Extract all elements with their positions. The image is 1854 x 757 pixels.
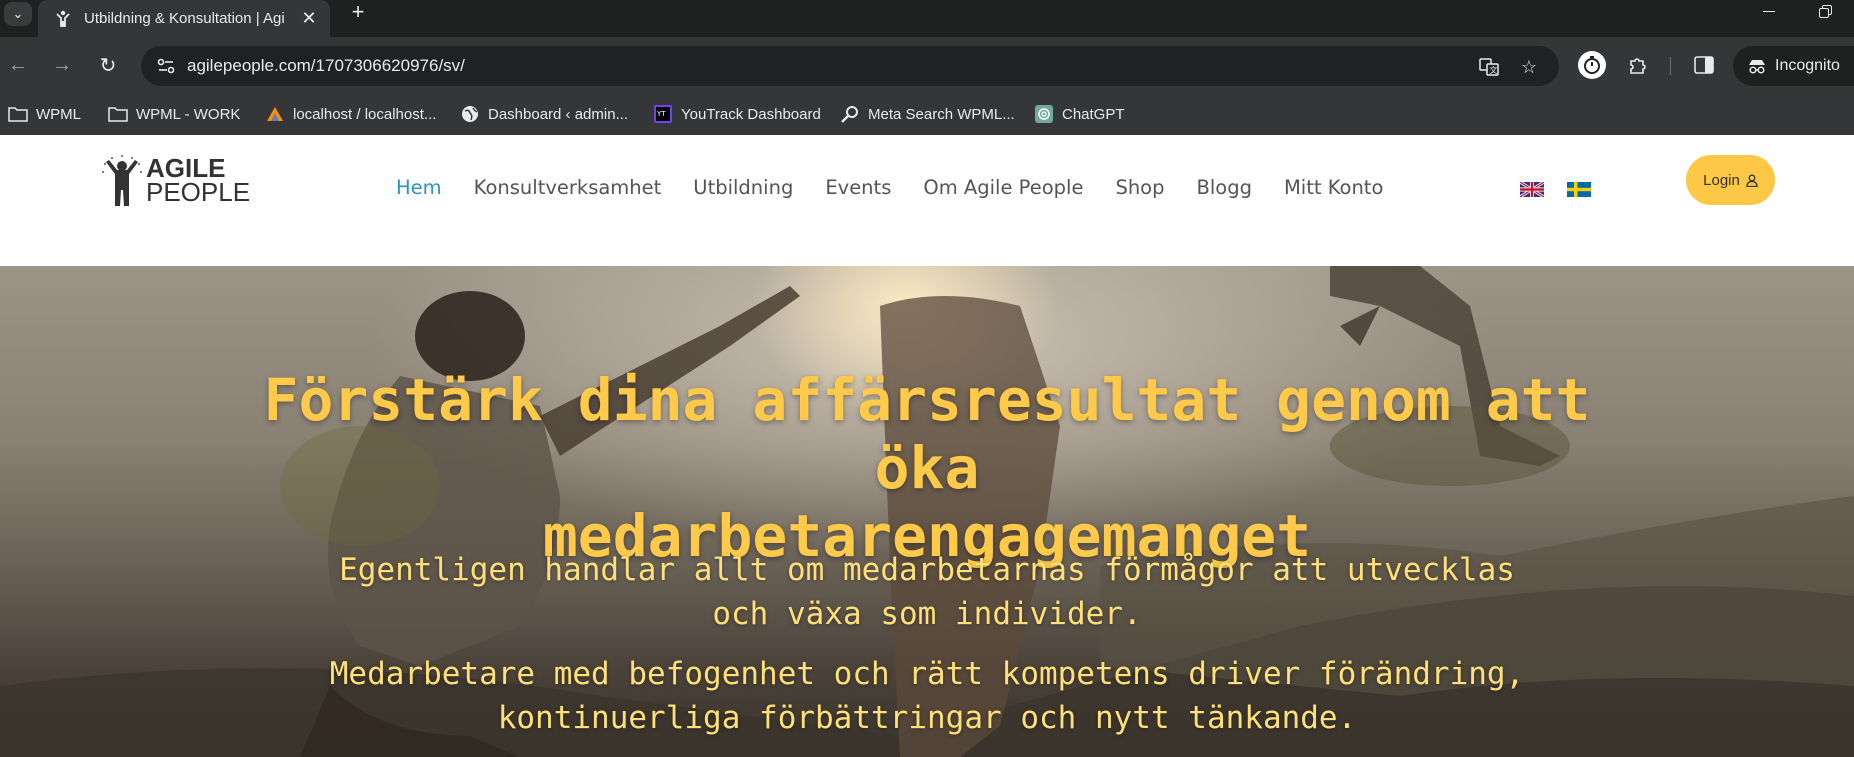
- bookmark-dashboard-admin[interactable]: Dashboard ‹ admin...: [460, 101, 628, 127]
- bookmark-chatgpt[interactable]: ChatGPT: [1034, 101, 1125, 127]
- user-icon: [1746, 174, 1758, 187]
- extension-timer-icon[interactable]: [1578, 51, 1606, 79]
- nav-item-hem[interactable]: Hem: [396, 176, 442, 199]
- incognito-indicator[interactable]: Incognito: [1733, 46, 1854, 86]
- hero-title-line-1: Förstärk dina affärsresultat genom att ö…: [263, 366, 1591, 502]
- bookmark-label: Dashboard ‹ admin...: [488, 105, 629, 123]
- close-icon[interactable]: ✕: [300, 8, 318, 29]
- logo-line-people: PEOPLE: [146, 177, 251, 207]
- bookmark-wpml[interactable]: WPML: [8, 101, 81, 127]
- bookmark-label: WPML: [36, 105, 81, 123]
- nav-item-mitt-konto[interactable]: Mitt Konto: [1284, 176, 1383, 199]
- agile-people-figure-icon: [102, 155, 142, 206]
- hero-paragraph-1-line-2: och växa som individer.: [712, 596, 1142, 632]
- folder-icon: [8, 105, 28, 123]
- incognito-label: Incognito: [1775, 57, 1840, 74]
- forward-button[interactable]: →: [48, 51, 76, 79]
- english-flag-icon[interactable]: [1520, 182, 1544, 197]
- agile-people-figure-icon: [56, 10, 70, 27]
- tab-search-button[interactable]: ⌄: [4, 2, 32, 26]
- globe-icon: [460, 105, 480, 123]
- back-button[interactable]: ←: [4, 51, 32, 79]
- nav-item-konsultverksamhet[interactable]: Konsultverksamhet: [474, 176, 662, 199]
- browser-tab[interactable]: Utbildning & Konsultation | Agi ✕: [38, 0, 330, 37]
- youtrack-icon: YT: [653, 105, 673, 123]
- bookmark-label: Meta Search WPML...: [868, 105, 1015, 123]
- incognito-icon: [1749, 60, 1765, 74]
- bookmark-star-icon[interactable]: ☆: [1518, 56, 1540, 78]
- reload-icon: ↻: [99, 54, 117, 77]
- site-header: AGILE PEOPLE Hem Konsultverksamhet Utbil…: [0, 135, 1854, 266]
- nav-item-blogg[interactable]: Blogg: [1196, 176, 1251, 199]
- translate-icon[interactable]: 文: [1478, 56, 1500, 78]
- hero-paragraph-1: Egentligen handlar allt om medarbetarnas…: [300, 548, 1554, 636]
- login-label: Login: [1703, 171, 1740, 189]
- logo-text: AGILE PEOPLE: [146, 155, 251, 207]
- swedish-flag-icon[interactable]: [1567, 182, 1591, 197]
- chevron-down-icon: ⌄: [12, 6, 24, 21]
- svg-text:YT: YT: [656, 110, 666, 118]
- browser-toolbar: ← → ↻ agilepeople.com/1707306620976/sv/ …: [0, 37, 1854, 93]
- hero-paragraph-1-line-1: Egentligen handlar allt om medarbetarnas…: [339, 552, 1515, 588]
- reload-button[interactable]: ↻: [94, 51, 122, 79]
- magnifier-icon: [840, 105, 860, 123]
- url-text: agilepeople.com/1707306620976/sv/: [187, 56, 465, 75]
- nav-item-utbildning[interactable]: Utbildning: [693, 176, 793, 199]
- browser-tab-strip: ⌄ Utbildning & Konsultation | Agi ✕ +: [0, 0, 1854, 37]
- bookmark-label: ChatGPT: [1062, 105, 1125, 123]
- bookmark-meta-search[interactable]: Meta Search WPML...: [840, 101, 1015, 127]
- bookmark-label: YouTrack Dashboard: [681, 105, 821, 123]
- hero-paragraph-2-line-2: kontinuerliga förbättringar och nytt tän…: [497, 700, 1357, 736]
- bookmark-label: WPML - WORK: [136, 105, 241, 123]
- minimize-icon[interactable]: [1758, 2, 1782, 22]
- svg-text:文: 文: [1490, 65, 1498, 75]
- hero-paragraph-2: Medarbetare med befogenhet och rätt komp…: [300, 652, 1554, 740]
- bookmark-label: localhost / localhost...: [293, 105, 437, 123]
- chatgpt-icon: [1034, 105, 1054, 123]
- bookmark-youtrack[interactable]: YT YouTrack Dashboard: [653, 101, 821, 127]
- login-button[interactable]: Login: [1686, 155, 1775, 205]
- restore-icon[interactable]: [1814, 2, 1838, 22]
- side-panel-icon[interactable]: [1690, 51, 1718, 79]
- tab-title: Utbildning & Konsultation | Agi: [84, 10, 285, 27]
- extensions-puzzle-icon[interactable]: [1624, 51, 1652, 79]
- bookmark-wpml-work[interactable]: WPML - WORK: [108, 101, 240, 127]
- nav-item-events[interactable]: Events: [825, 176, 891, 199]
- toolbar-divider: [1670, 57, 1671, 75]
- nav-item-om-agile-people[interactable]: Om Agile People: [923, 176, 1083, 199]
- phpmyadmin-icon: [265, 105, 285, 123]
- nav-item-shop[interactable]: Shop: [1115, 176, 1164, 199]
- arrow-right-icon: →: [52, 53, 72, 76]
- hero-paragraph-2-line-1: Medarbetare med befogenhet och rätt komp…: [329, 656, 1525, 692]
- hero-title: Förstärk dina affärsresultat genom att ö…: [200, 366, 1654, 570]
- agile-people-logo[interactable]: AGILE PEOPLE: [100, 150, 250, 208]
- arrow-left-icon: ←: [8, 53, 28, 76]
- main-navigation: Hem Konsultverksamhet Utbildning Events …: [396, 176, 1415, 199]
- site-info-icon[interactable]: [157, 58, 175, 74]
- bookmark-localhost[interactable]: localhost / localhost...: [265, 101, 436, 127]
- hero-section: Förstärk dina affärsresultat genom att ö…: [0, 266, 1854, 757]
- folder-icon: [108, 105, 128, 123]
- address-bar[interactable]: agilepeople.com/1707306620976/sv/ 文 ☆: [141, 46, 1559, 86]
- new-tab-button[interactable]: +: [345, 0, 371, 24]
- bookmarks-bar: WPML WPML - WORK localhost / localhost..…: [0, 93, 1854, 135]
